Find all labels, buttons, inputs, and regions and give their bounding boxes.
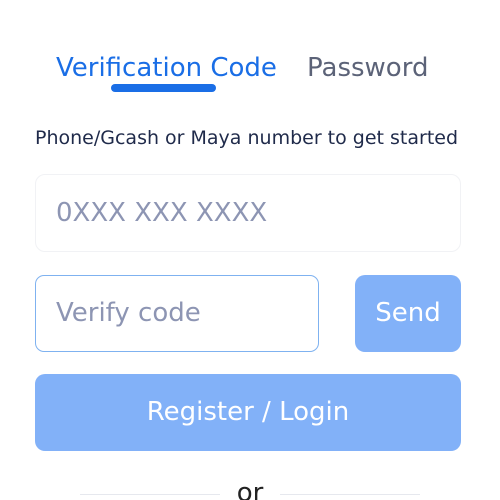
verify-code-field	[35, 275, 319, 352]
or-divider: or	[0, 478, 500, 500]
send-code-button[interactable]: Send	[355, 275, 461, 352]
active-tab-indicator	[111, 84, 216, 92]
phone-field	[35, 174, 461, 252]
phone-number-input[interactable]	[56, 175, 446, 251]
auth-tabs: Verification Code Password	[0, 50, 500, 100]
tab-verification-code[interactable]: Verification Code	[56, 50, 277, 86]
login-page: Verification Code Password Phone/Gcash o…	[0, 0, 500, 500]
verify-code-input[interactable]	[56, 276, 306, 350]
divider-text: or	[236, 478, 264, 500]
phone-prompt-label: Phone/Gcash or Maya number to get starte…	[35, 127, 459, 149]
tab-password[interactable]: Password	[307, 50, 428, 86]
register-login-button[interactable]: Register / Login	[35, 374, 461, 451]
